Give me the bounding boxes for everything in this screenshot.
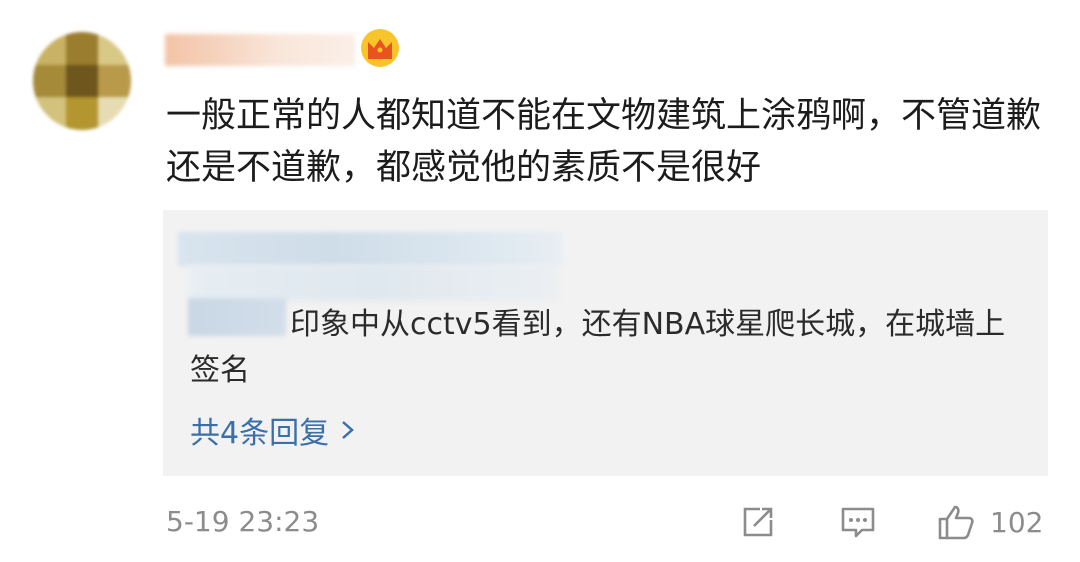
like-button[interactable]: 102 <box>936 500 1043 544</box>
reply-header-blurred <box>178 232 562 266</box>
timestamp: 5-19 23:23 <box>166 505 320 538</box>
share-icon <box>743 507 773 537</box>
thumbs-up-icon <box>938 505 974 540</box>
reply-header-blurred-2 <box>190 265 560 301</box>
chevron-right-icon <box>342 421 354 439</box>
like-count: 102 <box>990 505 1044 539</box>
avatar[interactable] <box>33 32 131 130</box>
comment-text: 一般正常的人都知道不能在文物建筑上涂鸦啊，不管道歉还是不道歉，都感觉他的素质不是… <box>166 96 1042 188</box>
share-button[interactable] <box>738 500 778 544</box>
crown-icon <box>361 29 399 67</box>
comment-icon <box>841 507 875 538</box>
comment-button[interactable] <box>838 500 878 544</box>
username-blurred[interactable] <box>165 34 355 66</box>
view-replies-label: 共4条回复 <box>190 416 330 451</box>
view-replies-link[interactable]: 共4条回复 <box>190 408 357 452</box>
reply-text: 印象中从cctv5看到，还有NBA球星爬长城，在城墙上签名 <box>190 307 1006 388</box>
